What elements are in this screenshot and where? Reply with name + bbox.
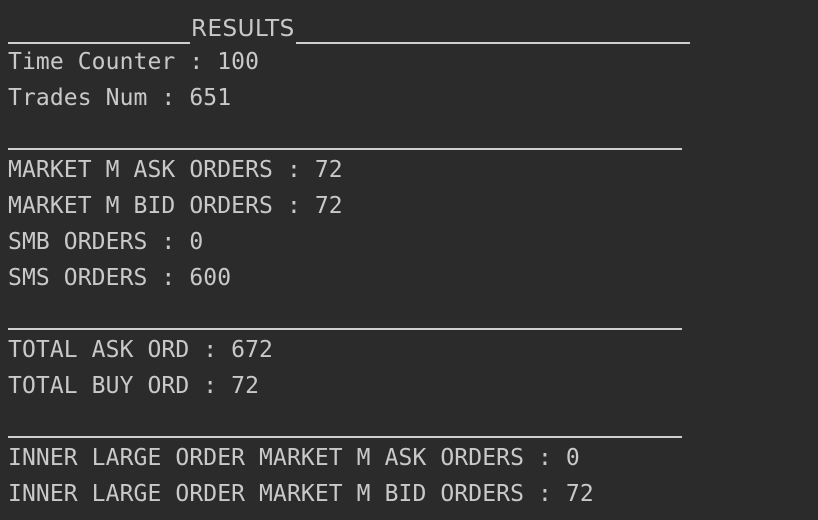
market-ask-orders-line: MARKET M ASK ORDERS : 72 [8,157,343,183]
total-ask-line: TOTAL ASK ORD : 672 [8,337,273,363]
trades-num-line: Trades Num : 651 [8,85,232,111]
inner-large-ask-line: INNER LARGE ORDER MARKET M ASK ORDERS : … [8,445,580,471]
header-rule-right [295,14,690,44]
separator-2 [8,296,808,332]
console-output: RESULTS Time Counter : 100 Trades Num : … [8,8,808,512]
total-buy-line: TOTAL BUY ORD : 72 [8,373,260,399]
results-title: RESULTS [191,16,295,42]
sms-orders-line: SMS ORDERS : 600 [8,265,232,291]
separator-3 [8,404,808,440]
time-counter-line: Time Counter : 100 [8,49,260,75]
separator-1 [8,116,808,152]
header-rule-left [8,14,190,44]
smb-orders-line: SMB ORDERS : 0 [8,229,204,255]
inner-large-bid-line: INNER LARGE ORDER MARKET M BID ORDERS : … [8,481,594,507]
results-header: RESULTS [8,8,808,44]
market-bid-orders-line: MARKET M BID ORDERS : 72 [8,193,343,219]
